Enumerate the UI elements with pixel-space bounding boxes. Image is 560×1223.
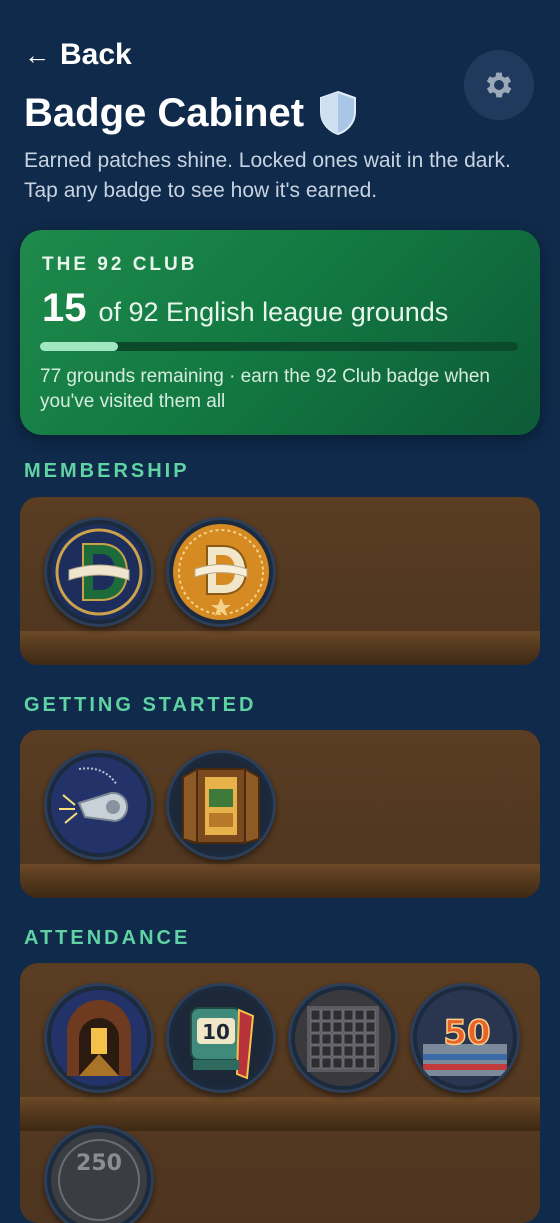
grounds-count-text: of 92 English league grounds	[98, 297, 449, 327]
shelf-plank	[20, 864, 540, 898]
shelf-membership	[20, 497, 540, 665]
badge-50-text: 50	[443, 1013, 490, 1053]
membership-green-badge-icon	[51, 524, 147, 620]
checklist-cell	[354, 1021, 365, 1033]
checklist-cell	[354, 1033, 365, 1045]
checklist-cell	[310, 1033, 321, 1045]
shield-icon	[320, 90, 357, 136]
club-count: 15 of 92 English league grounds	[42, 286, 448, 331]
cabinet-icon	[173, 757, 269, 853]
badge-cabinet[interactable]	[166, 750, 276, 860]
page-title-text: Badge Cabinet	[24, 90, 305, 135]
checklist-cell	[332, 1033, 343, 1045]
tunnel-icon	[51, 990, 147, 1086]
arrow-left-icon: ←	[24, 40, 50, 70]
checklist-cell	[343, 1045, 354, 1057]
checklist-cell	[321, 1045, 332, 1057]
checklist-cell	[343, 1057, 354, 1069]
badge-membership-green-d[interactable]	[44, 517, 154, 627]
checklist-cell	[365, 1021, 376, 1033]
badge-tunnel[interactable]	[44, 983, 154, 1093]
section-label-membership: MEMBERSHIP	[24, 460, 190, 482]
checklist-cell	[365, 1057, 376, 1069]
92-club-card[interactable]: THE 92 CLUB 15 of 92 English league grou…	[20, 230, 540, 435]
club-note: 77 grounds remaining · earn the 92 Club …	[40, 366, 490, 412]
checklist-cell	[354, 1045, 365, 1057]
back-label: Back	[60, 38, 132, 71]
checklist-cell	[310, 1009, 321, 1021]
badge-10-text: 10	[202, 1020, 230, 1044]
checklist-cell	[365, 1033, 376, 1045]
back-button[interactable]: ← Back	[24, 38, 132, 72]
badge-250-text: 250	[76, 1151, 122, 1176]
checklist-cell	[343, 1033, 354, 1045]
checklist-cell	[310, 1045, 321, 1057]
section-label-attendance: ATTENDANCE	[24, 927, 191, 949]
shelf-attendance: 10 50 250	[20, 963, 540, 1223]
whistle-icon	[51, 757, 147, 853]
badge-50-matches[interactable]: 50	[410, 983, 520, 1093]
badge-membership-gold-d[interactable]	[166, 517, 276, 627]
badge-250-matches-locked[interactable]: 250	[44, 1125, 154, 1223]
section-label-getting-started: GETTING STARTED	[24, 694, 257, 716]
checklist-cell	[354, 1057, 365, 1069]
badge-whistle[interactable]	[44, 750, 154, 860]
grounds-progress-bar	[40, 342, 518, 351]
checklist-cell	[310, 1057, 321, 1069]
membership-gold-badge-icon	[173, 524, 269, 620]
badge-250-icon: 250	[51, 1132, 147, 1223]
stand-50-icon: 50	[417, 990, 513, 1086]
checklist-cell	[332, 1057, 343, 1069]
page-title: Badge Cabinet	[24, 90, 358, 136]
checklist-cell	[332, 1045, 343, 1057]
page-subtitle: Earned patches shine. Locked ones wait i…	[24, 149, 511, 202]
club-label: THE 92 CLUB	[42, 254, 198, 275]
checklist-cell	[365, 1045, 376, 1057]
settings-button[interactable]	[464, 50, 534, 120]
checklist-cell	[332, 1021, 343, 1033]
seat-10-icon: 10	[173, 990, 269, 1086]
checklist-cell	[354, 1009, 365, 1021]
shelf-plank	[20, 631, 540, 665]
badge-10-matches[interactable]: 10	[166, 983, 276, 1093]
checklist-grid-icon	[295, 990, 391, 1086]
checklist-cell	[321, 1057, 332, 1069]
checklist-cell	[321, 1021, 332, 1033]
checklist-cell	[332, 1009, 343, 1021]
grounds-progress-fill	[40, 342, 118, 351]
gear-icon	[486, 72, 512, 98]
grounds-count: 15	[42, 286, 87, 330]
checklist-cell	[343, 1009, 354, 1021]
checklist-cell	[321, 1033, 332, 1045]
checklist-cell	[343, 1021, 354, 1033]
checklist-cell	[365, 1009, 376, 1021]
badge-checklist-locked[interactable]	[288, 983, 398, 1093]
checklist-cell	[310, 1021, 321, 1033]
checklist-cell	[321, 1009, 332, 1021]
shelf-getting-started	[20, 730, 540, 898]
